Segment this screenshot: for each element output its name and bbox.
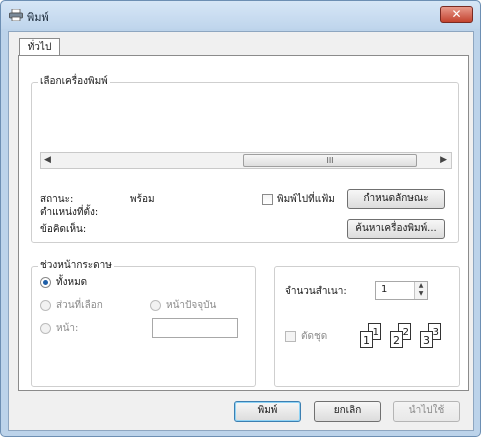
scroll-right-icon[interactable]: ▶ [440, 155, 447, 165]
copies-spinner[interactable]: 1 ▲ ▼ [375, 281, 428, 300]
preferences-button[interactable]: กำหนดลักษณะ [347, 189, 445, 209]
comment-label: ข้อคิดเห็น: [40, 224, 87, 235]
collate-label[interactable]: ตัดชุด [301, 331, 327, 343]
current-page-label[interactable]: หน้าปัจจุบัน [166, 300, 216, 312]
spin-down-icon[interactable]: ▼ [414, 290, 427, 299]
apply-button[interactable]: นำไปใช้ [393, 401, 460, 422]
page-range-legend: ช่วงหน้ากระดาษ [38, 260, 114, 272]
pages-input[interactable] [152, 318, 238, 338]
number-of-copies-label: จำนวนสำเนา: [285, 286, 347, 297]
close-icon: ✕ [451, 7, 462, 21]
window-title: พิมพ์ [27, 11, 49, 24]
find-printer-button[interactable]: ค้นหาเครื่องพิมพ์... [347, 219, 445, 239]
tab-general[interactable]: ทั่วไป [19, 38, 60, 56]
page-range-group: ช่วงหน้ากระดาษ ทั้งหมด ส่วนที่เลือก หน้า… [31, 260, 256, 387]
print-dialog: พิมพ์ ✕ ทั่วไป เลือกเครื่องพิมพ์ ◀ III ▶… [0, 0, 481, 437]
current-page-radio[interactable] [150, 300, 161, 311]
collate-illustration: 1 1 2 2 3 3 [360, 323, 450, 363]
location-label: ตำแหน่งที่ตั้ง: [40, 207, 99, 218]
all-pages-label[interactable]: ทั้งหมด [56, 277, 87, 289]
tab-panel-general: เลือกเครื่องพิมพ์ ◀ III ▶ สถานะ: พร้อม ต… [18, 55, 469, 391]
pages-radio[interactable] [40, 323, 51, 334]
status-label: สถานะ: [40, 194, 74, 205]
title-bar[interactable]: พิมพ์ ✕ [1, 1, 480, 29]
collate-page-front: 2 [390, 331, 403, 348]
status-value: พร้อม [130, 194, 155, 205]
print-to-file-checkbox[interactable] [262, 194, 273, 205]
close-button[interactable]: ✕ [440, 6, 473, 23]
collate-page-front: 1 [360, 331, 373, 348]
selection-label[interactable]: ส่วนที่เลือก [56, 300, 103, 312]
copies-group: จำนวนสำเนา: 1 ▲ ▼ ตัดชุด 1 1 2 2 3 3 [274, 266, 460, 387]
select-printer-legend: เลือกเครื่องพิมพ์ [38, 76, 110, 88]
collate-checkbox[interactable] [285, 331, 296, 342]
copies-value[interactable]: 1 [381, 284, 387, 295]
printer-list-scrollbar[interactable]: ◀ III ▶ [40, 152, 452, 169]
pages-label[interactable]: หน้า: [56, 323, 78, 335]
dialog-body: ทั่วไป เลือกเครื่องพิมพ์ ◀ III ▶ สถานะ: … [8, 31, 474, 431]
collate-page-front: 3 [420, 331, 433, 348]
scroll-thumb[interactable]: III [243, 154, 417, 167]
print-to-file-label[interactable]: พิมพ์ไปที่แฟ้ม [277, 194, 335, 206]
select-printer-group: เลือกเครื่องพิมพ์ ◀ III ▶ สถานะ: พร้อม ต… [31, 76, 459, 243]
print-button[interactable]: พิมพ์ [234, 401, 301, 422]
printer-icon [9, 9, 23, 21]
selection-radio[interactable] [40, 300, 51, 311]
all-pages-radio[interactable] [40, 277, 51, 288]
cancel-button[interactable]: ยกเลิก [314, 401, 381, 422]
scroll-left-icon[interactable]: ◀ [44, 155, 51, 165]
